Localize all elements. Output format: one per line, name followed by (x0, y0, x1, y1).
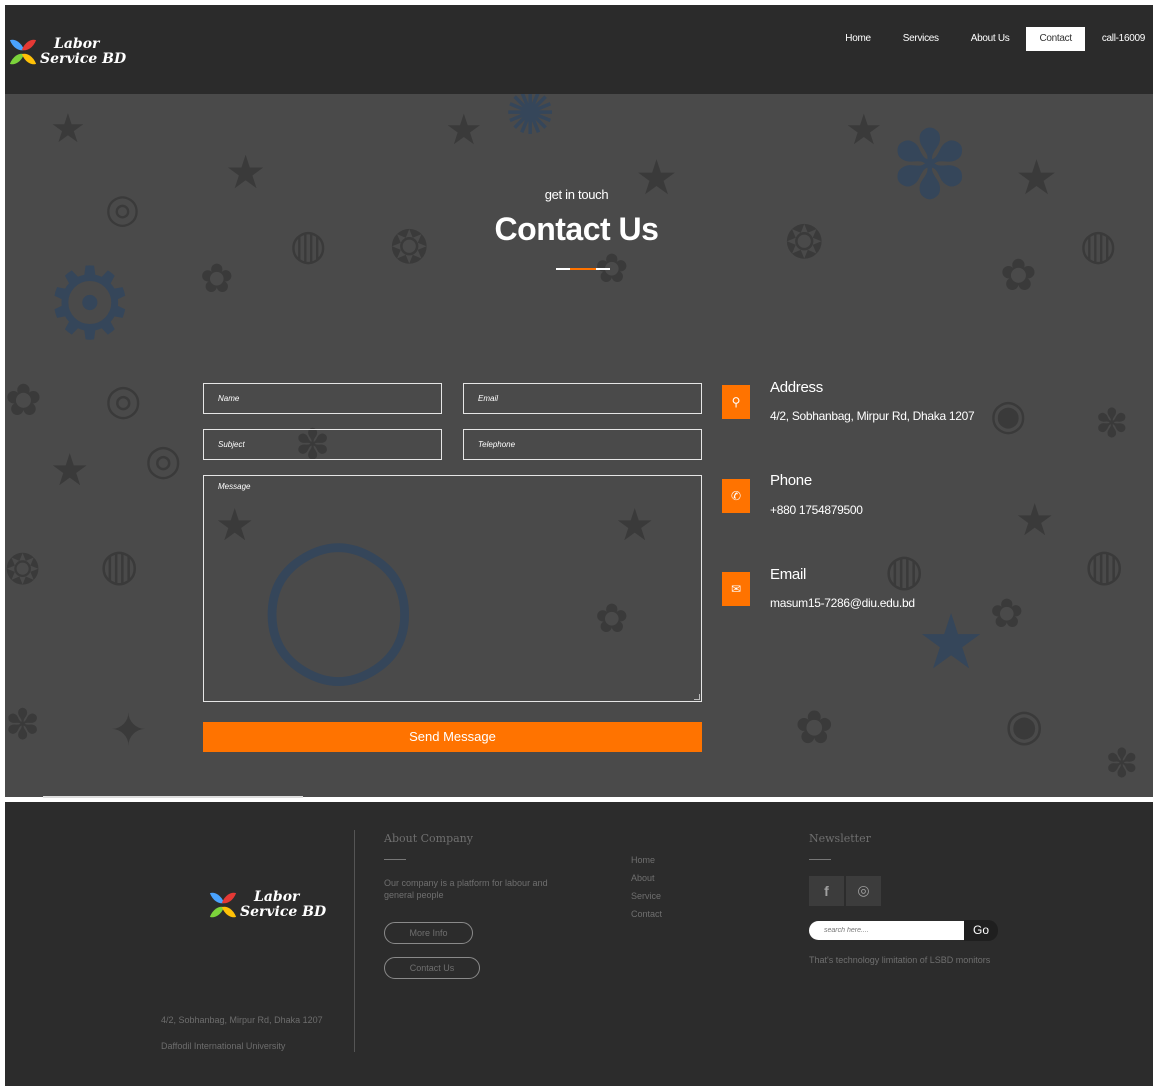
footer-brand-line2: Service BD (240, 904, 327, 920)
footer-address: 4/2, Sobhanbag, Mirpur Rd, Dhaka 1207 (161, 1015, 323, 1025)
message-placeholder: Message (218, 482, 251, 491)
newsletter-search-input[interactable] (809, 921, 964, 940)
footer-link-about[interactable]: About (631, 873, 655, 883)
flower-icon: ✿ (1000, 250, 1037, 301)
star-icon: ★ (1015, 495, 1055, 546)
footer-link-home[interactable]: Home (631, 855, 655, 865)
phone-label: Phone (770, 472, 812, 489)
about-heading: About Company (384, 832, 473, 845)
nav-home[interactable]: Home (845, 27, 871, 51)
cell-icon: ✦ (110, 705, 147, 756)
flower-icon: ✿ (5, 375, 42, 426)
message-field[interactable]: Message (203, 475, 702, 702)
brand-logo[interactable]: Labor Service BD (9, 36, 127, 68)
envelope-icon: ✉ (722, 572, 750, 606)
virus-icon: ✺ (505, 94, 556, 149)
site-header: Labor Service BD Home Services About Us … (5, 5, 1153, 94)
footer-university: Daffodil International University (161, 1041, 286, 1051)
splat-icon: ✽ (5, 700, 41, 749)
telephone-field[interactable]: Telephone (463, 429, 702, 460)
nav-about[interactable]: About Us (971, 27, 1010, 51)
email-label: Email (770, 566, 807, 583)
gear-icon: ⚙ (45, 245, 135, 362)
address-label: Address (770, 379, 823, 396)
bug-icon: ◉ (1005, 700, 1044, 751)
nav-services[interactable]: Services (903, 27, 939, 51)
splat-icon: ✽ (1105, 741, 1139, 787)
instagram-icon[interactable]: ◎ (846, 876, 881, 906)
page-title: Contact Us (494, 211, 659, 247)
leaves-logo-icon (9, 36, 37, 68)
about-text: Our company is a platform for labour and… (384, 878, 548, 900)
resize-handle-icon[interactable] (694, 694, 700, 700)
flower-icon: ✿ (200, 256, 234, 302)
email-field[interactable]: Email (463, 383, 702, 414)
footer-divider (354, 830, 355, 1052)
about-dash (384, 859, 406, 860)
phone-value: +880 1754879500 (770, 503, 863, 517)
newsletter-heading: Newsletter (809, 832, 871, 845)
hero-subtitle: get in touch (544, 187, 609, 202)
brand-line1: Labor (54, 36, 100, 52)
address-value: 4/2, Sobhanbag, Mirpur Rd, Dhaka 1207 (770, 409, 975, 423)
star-icon: ★ (917, 597, 986, 686)
more-info-button[interactable]: More Info (384, 922, 473, 944)
name-field[interactable]: Name (203, 383, 442, 414)
splat-icon: ✽ (1095, 401, 1129, 447)
phone-icon: ✆ (722, 479, 750, 513)
email-value: masum15-7286@diu.edu.bd (770, 596, 915, 610)
section-divider (43, 796, 303, 798)
leaves-logo-icon (209, 889, 237, 921)
contact-us-button[interactable]: Contact Us (384, 957, 480, 979)
bug-icon: ◉ (990, 390, 1027, 439)
main-nav: Home Services About Us Contact call-1600… (813, 27, 1145, 51)
footer-brand-line1: Labor (254, 889, 300, 905)
cell-icon: ◍ (1085, 540, 1124, 591)
footer-link-contact[interactable]: Contact (631, 909, 662, 919)
cell-icon: ◎ (105, 375, 142, 424)
cell-icon: ◍ (100, 540, 139, 591)
subject-field[interactable]: Subject (203, 429, 442, 460)
brand-line2: Service BD (40, 51, 127, 67)
send-message-button[interactable]: Send Message (203, 722, 702, 752)
title-divider (556, 268, 610, 270)
star-icon: ★ (845, 105, 883, 154)
footer-brand-logo[interactable]: Labor Service BD (209, 889, 327, 921)
newsletter-dash (809, 859, 831, 860)
star-icon: ★ (50, 106, 86, 152)
cell-icon: ◍ (885, 545, 924, 596)
flower-icon: ✿ (795, 700, 834, 754)
facebook-icon[interactable]: f (809, 876, 844, 906)
nav-call[interactable]: call-16009 (1102, 27, 1145, 51)
nav-contact[interactable]: Contact (1026, 27, 1085, 51)
bacteria-icon: ◎ (145, 435, 182, 484)
star-icon: ★ (50, 445, 90, 496)
footer-note: That's technology limitation of LSBD mon… (809, 955, 991, 965)
star-icon: ★ (445, 105, 483, 154)
go-button[interactable]: Go (964, 920, 998, 941)
flower-icon: ✿ (990, 591, 1024, 637)
map-marker-icon: ⚲ (722, 385, 750, 419)
footer-link-service[interactable]: Service (631, 891, 661, 901)
germ-icon: ❂ (5, 545, 41, 594)
